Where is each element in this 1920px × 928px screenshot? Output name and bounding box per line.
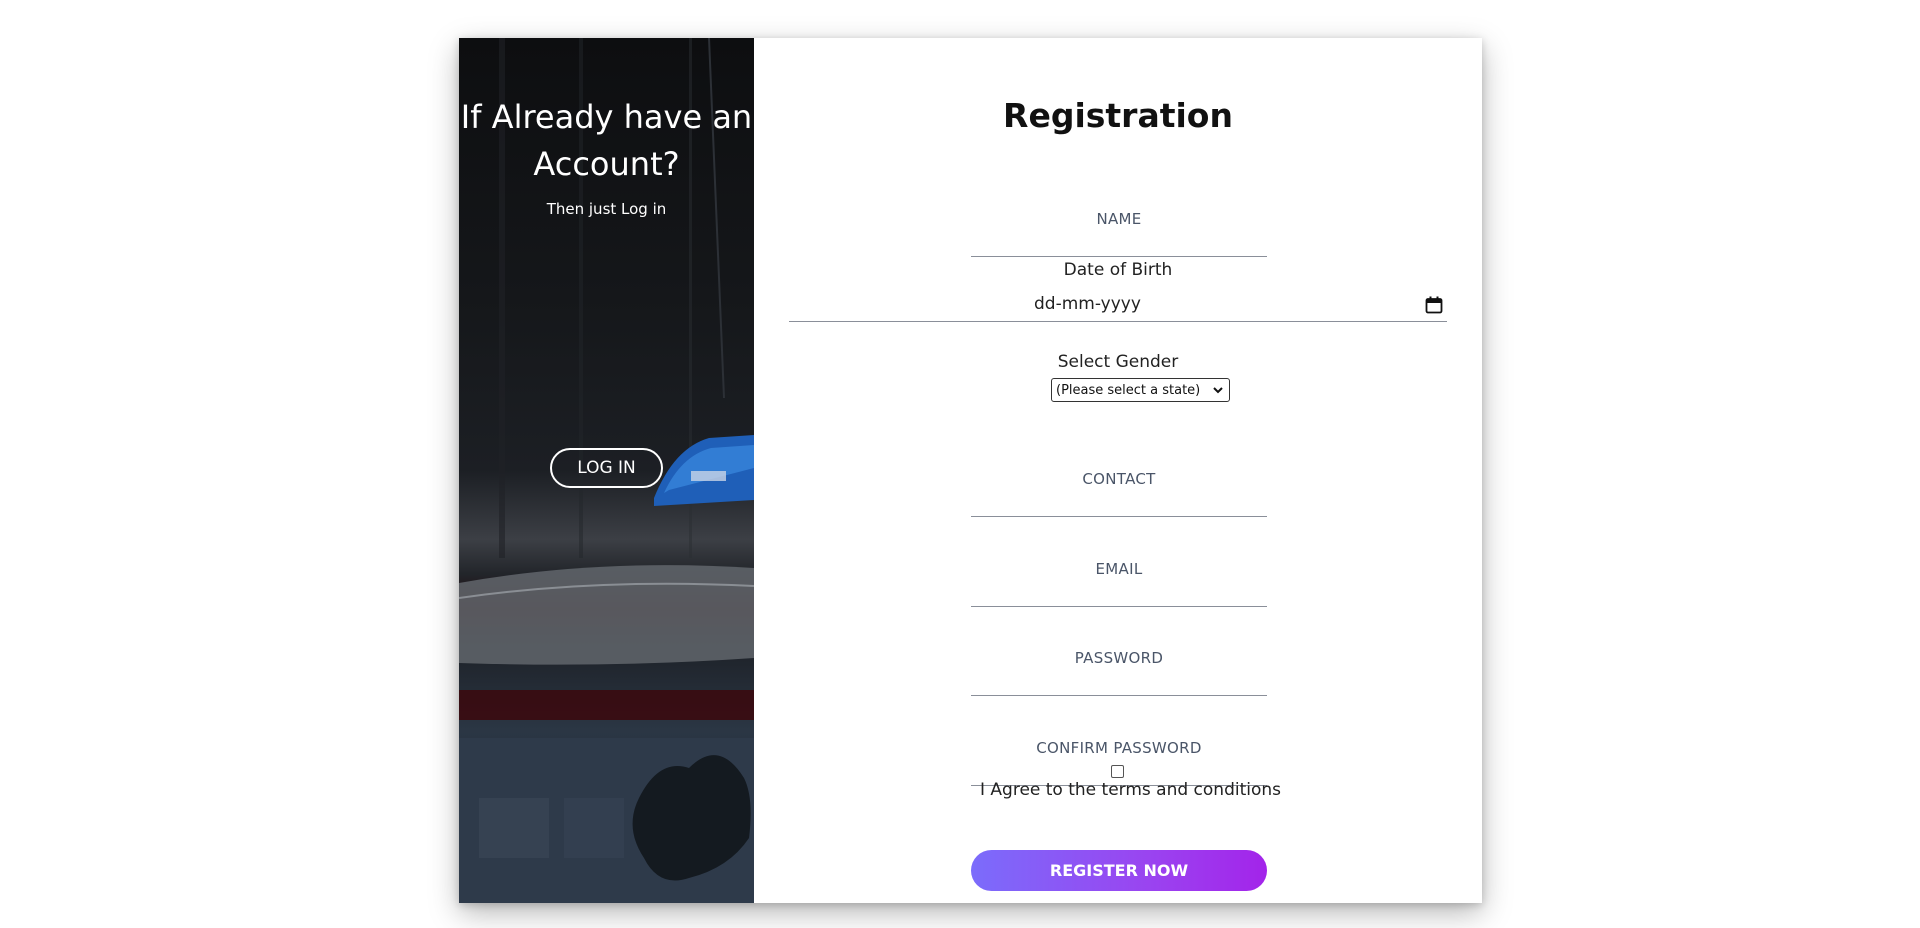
terms-label: I Agree to the terms and conditions	[979, 780, 1282, 800]
side-subheading: Then just Log in	[546, 200, 667, 218]
contact-input[interactable]	[971, 488, 1267, 516]
calendar-icon[interactable]	[1425, 296, 1443, 314]
name-input[interactable]	[971, 228, 1267, 256]
terms-checkbox[interactable]	[1111, 765, 1124, 778]
confirm-password-field[interactable]: CONFIRM PASSWORD	[971, 739, 1267, 786]
gender-label: Select Gender	[1057, 352, 1179, 372]
password-field[interactable]: PASSWORD	[971, 649, 1267, 696]
login-side-panel: If Already have an Account? Then just Lo…	[459, 38, 754, 903]
email-label: EMAIL	[1095, 560, 1143, 578]
contact-label: CONTACT	[1082, 470, 1156, 488]
gender-select[interactable]: (Please select a state)	[1051, 378, 1230, 402]
password-input[interactable]	[971, 667, 1267, 695]
dob-input[interactable]: dd-mm-yyyy	[789, 290, 1447, 322]
dob-placeholder: dd-mm-yyyy	[1034, 294, 1141, 314]
name-field[interactable]: NAME	[971, 210, 1267, 257]
email-field[interactable]: EMAIL	[971, 560, 1267, 607]
registration-form: Registration NAME Date of Birth dd-mm-yy…	[754, 38, 1482, 903]
register-button[interactable]: REGISTER NOW	[971, 850, 1267, 891]
dob-label: Date of Birth	[1063, 260, 1173, 280]
contact-field[interactable]: CONTACT	[971, 470, 1267, 517]
password-label: PASSWORD	[1074, 649, 1164, 667]
email-input[interactable]	[971, 578, 1267, 606]
name-label: NAME	[1096, 210, 1142, 228]
gender-selected-value: (Please select a state)	[1056, 382, 1201, 398]
login-button[interactable]: LOG IN	[550, 448, 663, 488]
side-heading: If Already have an Account?	[460, 98, 753, 183]
chevron-down-icon	[1213, 387, 1223, 394]
registration-card: If Already have an Account? Then just Lo…	[459, 38, 1482, 903]
confirm-password-label: CONFIRM PASSWORD	[1036, 739, 1202, 757]
page-title: Registration	[1003, 96, 1233, 135]
